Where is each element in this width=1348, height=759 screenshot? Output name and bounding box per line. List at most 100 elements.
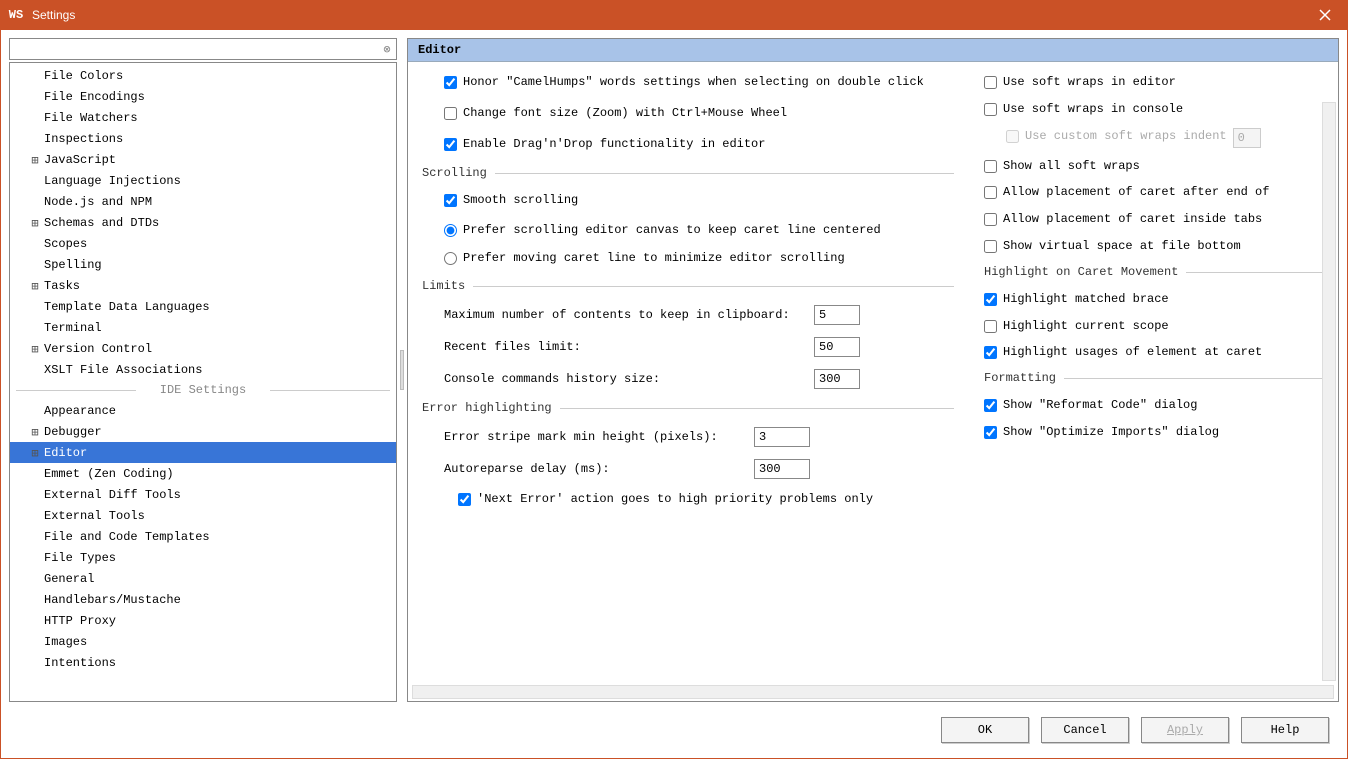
caret-after-eol-checkbox[interactable] xyxy=(984,186,997,199)
soft-wraps-console-checkbox[interactable] xyxy=(984,103,997,116)
close-button[interactable] xyxy=(1302,0,1348,30)
clipboard-limit-input[interactable] xyxy=(814,305,860,325)
close-icon xyxy=(1319,9,1331,21)
console-history-input[interactable] xyxy=(814,369,860,389)
tree-item[interactable]: Emmet (Zen Coding) xyxy=(10,463,396,484)
vertical-scrollbar[interactable] xyxy=(1322,102,1336,681)
expander-icon[interactable]: ⊞ xyxy=(28,446,42,460)
tree-item[interactable]: File Encodings xyxy=(10,86,396,107)
tree-item-label: Tasks xyxy=(42,279,80,293)
main-panel: Editor Honor "CamelHumps" words settings… xyxy=(407,38,1339,702)
tree-item[interactable]: ⊞Schemas and DTDs xyxy=(10,212,396,233)
tree-item[interactable]: ⊞JavaScript xyxy=(10,149,396,170)
tree-item-label: Intentions xyxy=(42,656,116,670)
tree-item[interactable]: Images xyxy=(10,631,396,652)
tree-item-label: Template Data Languages xyxy=(42,300,210,314)
error-highlighting-title: Error highlighting xyxy=(422,401,560,415)
highlight-usages-checkbox[interactable] xyxy=(984,346,997,359)
tree-item[interactable]: ⊞Tasks xyxy=(10,275,396,296)
caret-inside-tabs-checkbox[interactable] xyxy=(984,213,997,226)
ok-button[interactable]: OK xyxy=(941,717,1029,743)
highlight-brace-label: Highlight matched brace xyxy=(1003,291,1169,308)
smooth-scrolling-checkbox[interactable] xyxy=(444,194,457,207)
tree-item-label: Handlebars/Mustache xyxy=(42,593,181,607)
tree-item[interactable]: Inspections xyxy=(10,128,396,149)
change-font-size-checkbox[interactable] xyxy=(444,107,457,120)
next-error-checkbox[interactable] xyxy=(458,493,471,506)
honor-camelhumps-checkbox[interactable] xyxy=(444,76,457,89)
reformat-dialog-checkbox[interactable] xyxy=(984,399,997,412)
prefer-canvas-radio[interactable] xyxy=(444,224,457,237)
tree-item[interactable]: File and Code Templates xyxy=(10,526,396,547)
show-all-soft-wraps-checkbox[interactable] xyxy=(984,160,997,173)
tree-item-label: Schemas and DTDs xyxy=(42,216,159,230)
prefer-caret-radio[interactable] xyxy=(444,252,457,265)
next-error-label: 'Next Error' action goes to high priorit… xyxy=(477,491,873,508)
cancel-button[interactable]: Cancel xyxy=(1041,717,1129,743)
tree-item[interactable]: General xyxy=(10,568,396,589)
tree-item[interactable]: Appearance xyxy=(10,400,396,421)
expander-icon[interactable]: ⊞ xyxy=(28,216,42,230)
tree-item[interactable]: ⊞Debugger xyxy=(10,421,396,442)
soft-wraps-editor-label: Use soft wraps in editor xyxy=(1003,74,1176,91)
search-input[interactable] xyxy=(10,42,378,56)
tree-item[interactable]: HTTP Proxy xyxy=(10,610,396,631)
tree-item-label: Language Injections xyxy=(42,174,181,188)
tree-item-label: General xyxy=(42,572,94,586)
dialog-button-bar: OK Cancel Apply Help xyxy=(9,710,1339,750)
expander-icon[interactable]: ⊞ xyxy=(28,153,42,167)
tree-item-label: File Watchers xyxy=(42,111,138,125)
recent-files-input[interactable] xyxy=(814,337,860,357)
optimize-imports-dialog-label: Show "Optimize Imports" dialog xyxy=(1003,424,1219,441)
tree-item[interactable]: Language Injections xyxy=(10,170,396,191)
soft-wraps-editor-checkbox[interactable] xyxy=(984,76,997,89)
tree-item[interactable]: File Watchers xyxy=(10,107,396,128)
error-stripe-input[interactable] xyxy=(754,427,810,447)
tree-item[interactable]: External Diff Tools xyxy=(10,484,396,505)
search-box: ⊗ xyxy=(9,38,397,60)
horizontal-scrollbar[interactable] xyxy=(412,685,1334,699)
highlight-brace-checkbox[interactable] xyxy=(984,293,997,306)
tree-item[interactable]: ⊞Editor xyxy=(10,442,396,463)
tree-item-label: External Tools xyxy=(42,509,145,523)
tree-item[interactable]: ⊞Version Control xyxy=(10,338,396,359)
tree-item-label: Images xyxy=(42,635,87,649)
autoreparse-input[interactable] xyxy=(754,459,810,479)
expander-icon[interactable]: ⊞ xyxy=(28,342,42,356)
help-button[interactable]: Help xyxy=(1241,717,1329,743)
limits-title: Limits xyxy=(422,279,473,293)
tree-item[interactable]: Terminal xyxy=(10,317,396,338)
expander-icon[interactable]: ⊞ xyxy=(28,279,42,293)
tree-item[interactable]: Handlebars/Mustache xyxy=(10,589,396,610)
splitter[interactable] xyxy=(397,38,407,702)
highlight-usages-label: Highlight usages of element at caret xyxy=(1003,344,1262,361)
tree-item[interactable]: File Colors xyxy=(10,65,396,86)
tree-item[interactable]: Node.js and NPM xyxy=(10,191,396,212)
panel-title: Editor xyxy=(408,39,1338,62)
clear-search-icon[interactable]: ⊗ xyxy=(378,42,396,57)
tree-item-label: External Diff Tools xyxy=(42,488,181,502)
tree-item[interactable]: Intentions xyxy=(10,652,396,673)
tree-item[interactable]: File Types xyxy=(10,547,396,568)
tree-section-header: IDE Settings xyxy=(10,380,396,400)
tree-item[interactable]: Scopes xyxy=(10,233,396,254)
autoreparse-label: Autoreparse delay (ms): xyxy=(444,462,744,476)
tree-item-label: HTTP Proxy xyxy=(42,614,116,628)
tree-item[interactable]: Template Data Languages xyxy=(10,296,396,317)
clipboard-limit-label: Maximum number of contents to keep in cl… xyxy=(444,308,804,322)
apply-button[interactable]: Apply xyxy=(1141,717,1229,743)
optimize-imports-dialog-checkbox[interactable] xyxy=(984,426,997,439)
tree-item[interactable]: Spelling xyxy=(10,254,396,275)
tree-item[interactable]: XSLT File Associations xyxy=(10,359,396,380)
enable-dnd-checkbox[interactable] xyxy=(444,138,457,151)
tree-item-label: Terminal xyxy=(42,321,102,335)
custom-soft-wraps-input xyxy=(1233,128,1261,148)
tree-item[interactable]: External Tools xyxy=(10,505,396,526)
highlight-scope-checkbox[interactable] xyxy=(984,320,997,333)
settings-tree[interactable]: File ColorsFile Encodings File Watchers In… xyxy=(9,62,397,702)
virtual-space-bottom-checkbox[interactable] xyxy=(984,240,997,253)
tree-item-label: Inspections xyxy=(42,132,123,146)
splitter-grip-icon xyxy=(400,350,404,390)
enable-dnd-label: Enable Drag'n'Drop functionality in edit… xyxy=(463,136,765,153)
expander-icon[interactable]: ⊞ xyxy=(28,425,42,439)
